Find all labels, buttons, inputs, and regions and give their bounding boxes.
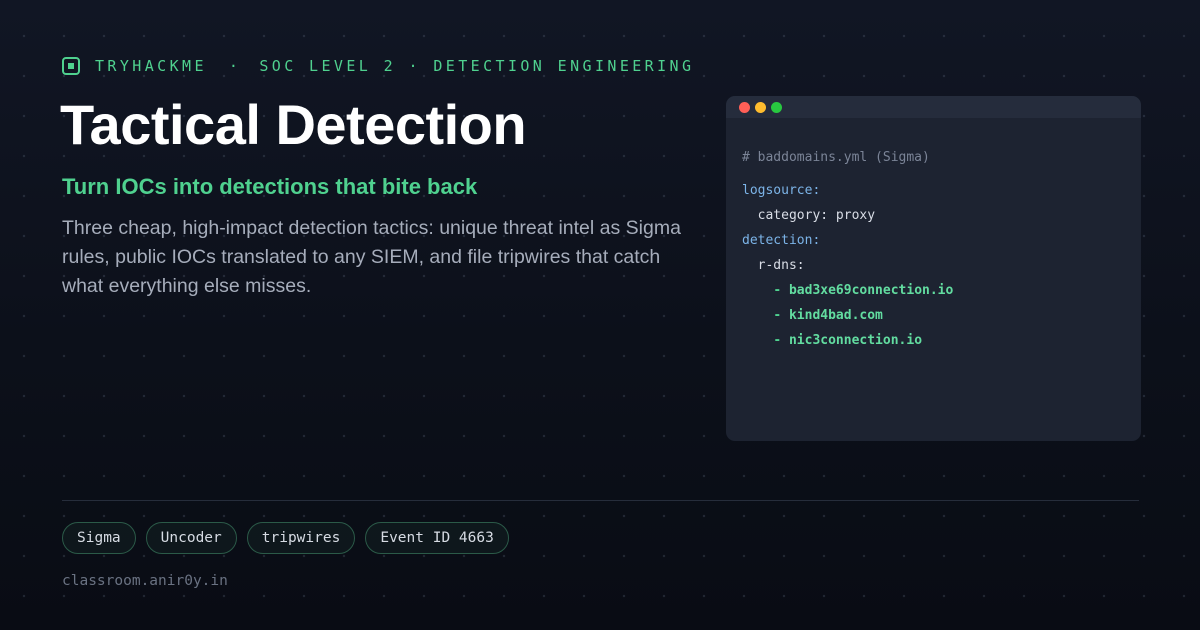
tag-event-id[interactable]: Event ID 4663 (365, 522, 509, 554)
code-dash: - (773, 333, 782, 348)
page-description: Three cheap, high-impact detection tacti… (62, 217, 681, 297)
code-line-ioc: - kind4bad.com (742, 303, 1141, 328)
code-ioc-value: nic3connection.io (788, 333, 923, 348)
page-title: Tactical Detection (60, 93, 527, 156)
breadcrumb: SOC LEVEL 2 · DETECTION ENGINEERING (259, 57, 695, 75)
code-body: # baddomains.yml (Sigma) logsource: cate… (726, 118, 1141, 353)
tag-list: Sigma Uncoder tripwires Event ID 4663 (62, 522, 519, 554)
square-logo-icon (62, 57, 80, 75)
tag-tripwires[interactable]: tripwires (246, 522, 356, 554)
code-dash: - (773, 283, 782, 298)
code-dash: - (773, 308, 782, 323)
code-key-detection: detection: (742, 233, 821, 248)
tag-uncoder[interactable]: Uncoder (145, 522, 237, 554)
window-minimize-dot-icon[interactable] (755, 101, 766, 113)
code-line-logsource: logsource: (742, 178, 1141, 203)
code-line-rdns: r-dns: (742, 253, 1141, 278)
tag-sigma[interactable]: Sigma (62, 522, 136, 554)
window-close-dot-icon[interactable] (739, 101, 750, 113)
code-line-ioc: - bad3xe69connection.io (742, 278, 1141, 303)
eyebrow-separator: · (228, 57, 242, 75)
section-divider (62, 500, 1139, 501)
brand-name: TRYHACKME (95, 57, 207, 75)
code-key-rdns: r-dns: (757, 258, 805, 273)
code-ioc-value: kind4bad.com (788, 308, 883, 323)
code-line-category: category: proxy (742, 203, 1141, 228)
code-category-value: category: proxy (757, 208, 876, 223)
code-window: # baddomains.yml (Sigma) logsource: cate… (726, 96, 1141, 441)
footer-url[interactable]: classroom.anir0y.in (62, 573, 228, 589)
page-subtitle: Turn IOCs into detections that bite back (62, 174, 478, 199)
code-key-logsource: logsource: (742, 183, 821, 198)
code-ioc-value: bad3xe69connection.io (788, 283, 954, 298)
code-line-detection: detection: (742, 228, 1141, 253)
code-comment: # baddomains.yml (Sigma) (742, 150, 930, 165)
code-window-titlebar (726, 96, 1141, 118)
eyebrow: TRYHACKME · SOC LEVEL 2 · DETECTION ENGI… (62, 55, 694, 77)
code-line-ioc: - nic3connection.io (742, 328, 1141, 353)
window-maximize-dot-icon[interactable] (771, 101, 782, 113)
